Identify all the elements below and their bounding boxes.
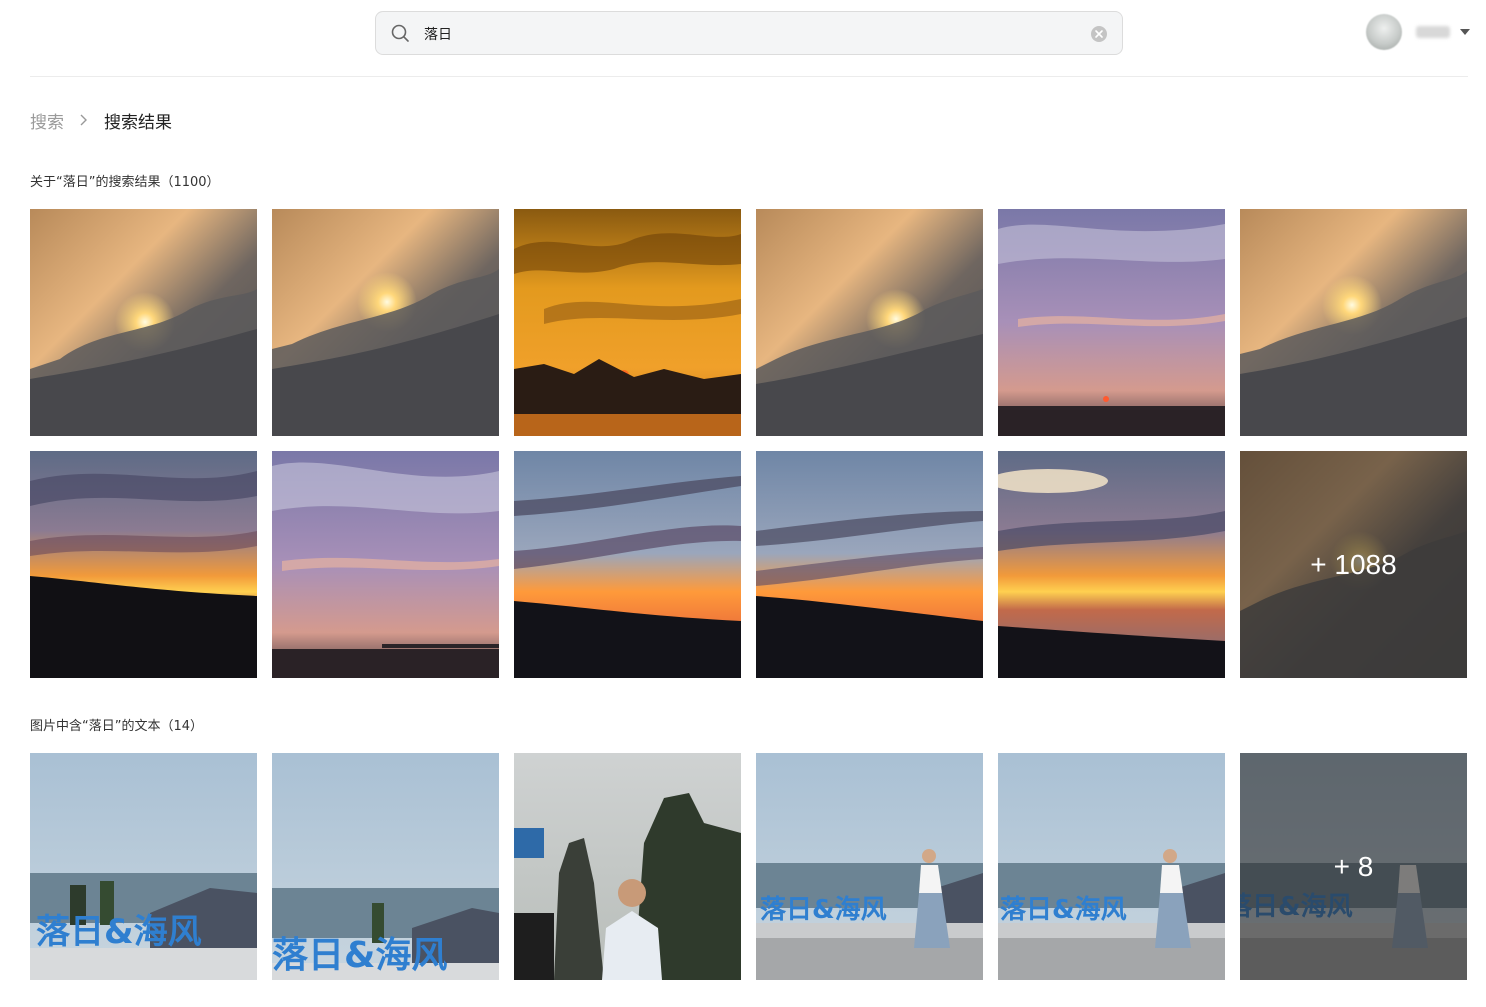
more-results-tile[interactable]: + 1088 [1240, 451, 1467, 678]
purple-dusk-image [272, 451, 499, 678]
golden-sunset-image [514, 209, 741, 436]
more-results-tile[interactable]: 落日&海风 + 8 [1240, 753, 1467, 980]
woman-seaside-image: 落日&海风 [998, 753, 1225, 980]
user-menu[interactable]: ···· [1366, 14, 1476, 54]
sunset-clouds-image [30, 209, 257, 436]
sunset-clouds-photo[interactable] [272, 209, 499, 436]
sign-text: 落日&海风 [272, 935, 447, 976]
more-results-count: + 8 [1240, 753, 1467, 980]
search-box[interactable] [375, 11, 1123, 55]
avatar[interactable] [1366, 14, 1402, 50]
sunset-streaks-photo[interactable] [756, 451, 983, 678]
sunset-horizon-image [998, 451, 1225, 678]
sunset-horizon-photo[interactable] [30, 451, 257, 678]
search-results-grid: + 1088 [30, 209, 1470, 678]
search-icon [391, 24, 409, 42]
sign-text: 落日&海风 [36, 912, 202, 952]
user-name: ···· [1416, 26, 1450, 38]
header-divider [30, 76, 1468, 77]
caret-down-icon[interactable] [1458, 26, 1472, 38]
chevron-right-icon [80, 114, 87, 126]
sunset-streaks-photo[interactable] [514, 451, 741, 678]
sign-text: 落日&海风 [760, 895, 887, 925]
sign-text: 落日&海风 [1000, 895, 1127, 925]
seaside-sign-image: 落日&海风 [272, 753, 499, 980]
search-input[interactable] [422, 20, 1046, 48]
clear-search-icon[interactable] [1090, 25, 1108, 43]
woman-seaside-image: 落日&海风 [756, 753, 983, 980]
golden-sunset-mountains-photo[interactable] [514, 209, 741, 436]
seaside-sign-image: 落日&海风 [30, 753, 257, 980]
text-results-title: 图片中含“落日”的文本（14） [30, 719, 204, 734]
man-mountain-photo[interactable] [514, 753, 741, 980]
sunset-streaks-image [514, 451, 741, 678]
breadcrumb-search-link[interactable]: 搜索 [30, 108, 64, 133]
sunset-streaks-image [756, 451, 983, 678]
purple-dusk-image [998, 209, 1225, 436]
woman-seaside-sign-photo[interactable]: 落日&海风 [998, 753, 1225, 980]
purple-dusk-sea-photo[interactable] [272, 451, 499, 678]
sunset-clouds-photo[interactable] [1240, 209, 1467, 436]
breadcrumb: 搜索 搜索结果 [30, 106, 172, 134]
sunset-clouds-image [1240, 209, 1467, 436]
more-results-count: + 1088 [1240, 451, 1467, 678]
seaside-sign-photo[interactable]: 落日&海风 [30, 753, 257, 980]
seaside-sign-photo[interactable]: 落日&海风 [272, 753, 499, 980]
text-results-grid: 落日&海风 落日&海风 落日&海风 落日&海风 + 8 [30, 753, 1470, 980]
top-bar: ···· [0, 0, 1486, 76]
man-mountain-image [514, 753, 741, 980]
woman-seaside-sign-photo[interactable]: 落日&海风 [756, 753, 983, 980]
sunset-clouds-image [756, 209, 983, 436]
sunset-horizon-image [30, 451, 257, 678]
sunset-clouds-photo[interactable] [756, 209, 983, 436]
search-results-title: 关于“落日”的搜索结果（1100） [30, 175, 220, 190]
sunset-clouds-photo[interactable] [30, 209, 257, 436]
sunset-clouds-image [272, 209, 499, 436]
sunset-horizon-photo[interactable] [998, 451, 1225, 678]
purple-dusk-sea-photo[interactable] [998, 209, 1225, 436]
breadcrumb-current: 搜索结果 [104, 112, 172, 133]
